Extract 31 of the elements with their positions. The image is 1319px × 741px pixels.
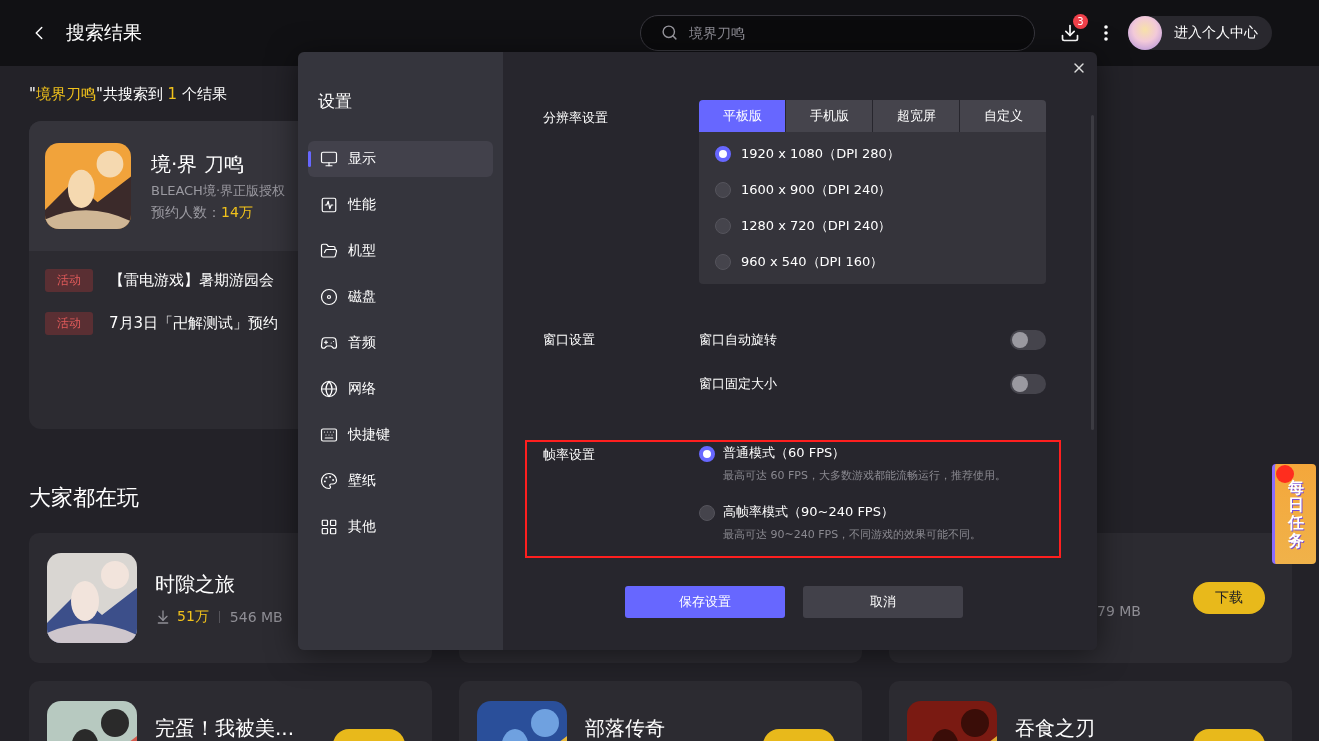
dialog-title: 设置 — [318, 90, 353, 113]
activity-tag: 活动 — [45, 312, 93, 335]
download-count: 51万 — [177, 607, 209, 626]
mode-description: 最高可达 60 FPS，大多数游戏都能流畅运行，推荐使用。 — [723, 468, 1006, 483]
result-summary: "境界刀鸣"共搜索到 1 个结果 — [29, 85, 227, 105]
game-name: 时隙之旅 — [155, 570, 236, 598]
game-title: 境·界 刀鸣 — [151, 150, 245, 178]
game-name: 部落传奇 — [585, 715, 666, 741]
option-label: 960 x 540（DPI 160） — [741, 253, 884, 271]
mode-description: 最高可达 90~240 FPS，不同游戏的效果可能不同。 — [723, 527, 982, 542]
file-size: 546 MB — [229, 608, 283, 625]
activity-tag: 活动 — [45, 269, 93, 292]
count-badge: 3 — [1073, 14, 1088, 29]
section-title: 大家都在玩 — [29, 484, 139, 512]
mode-label: 普通模式（60 FPS） — [723, 444, 847, 462]
section-label: 分辨率设置 — [543, 109, 609, 127]
section-label: 帧率设置 — [543, 446, 596, 464]
option-label: 1920 x 1080（DPI 280） — [741, 145, 900, 163]
game-name: 完蛋！我被美... — [155, 715, 296, 741]
option-label: 1600 x 900（DPI 240） — [741, 181, 892, 199]
section-label: 窗口设置 — [543, 331, 596, 349]
toggle-label: 窗口自动旋转 — [699, 331, 777, 349]
game-name: 吞食之刃 — [1015, 715, 1096, 741]
file-size: 79 MB — [1097, 603, 1142, 619]
reservation-count: 预约人数：14万 — [151, 203, 254, 222]
game-subtitle: BLEACH境·界正版授权 — [151, 181, 286, 200]
daily-task-label: 每日任务 — [1287, 478, 1304, 550]
mode-label: 高帧率模式（90~240 FPS） — [723, 503, 895, 521]
toggle-label: 窗口固定大小 — [699, 375, 777, 393]
page-title: 搜索结果 — [66, 20, 143, 45]
option-label: 1280 x 720（DPI 240） — [741, 217, 892, 235]
